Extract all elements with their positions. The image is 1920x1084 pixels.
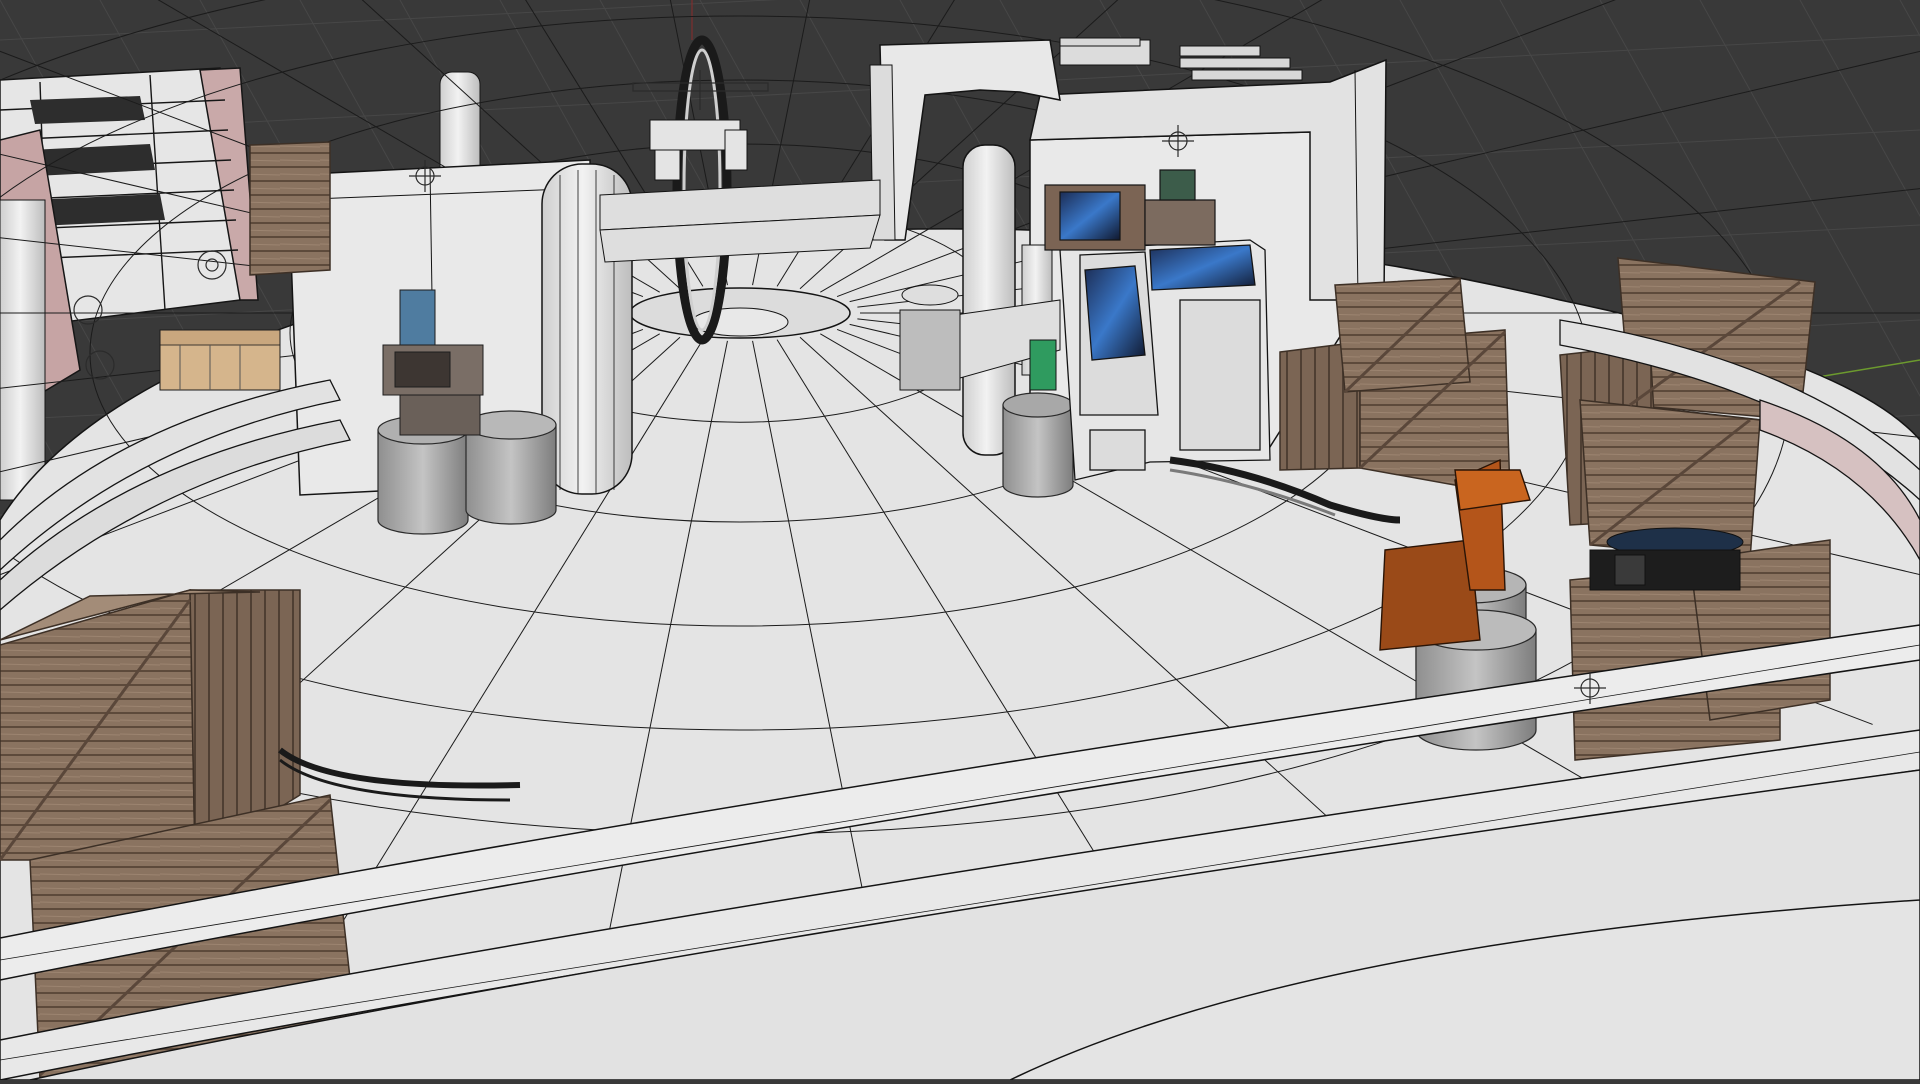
grid-line (0, 0, 778, 41)
control-console[interactable] (1059, 239, 1271, 481)
viewport-scene[interactable] (0, 0, 1920, 1084)
green-terminal[interactable] (1029, 339, 1057, 391)
crt-monitor[interactable] (1044, 184, 1146, 251)
camera-empty-icon[interactable] (632, 70, 769, 110)
3d-viewport[interactable] (0, 0, 1920, 1084)
turntable-machine[interactable] (1589, 527, 1744, 591)
